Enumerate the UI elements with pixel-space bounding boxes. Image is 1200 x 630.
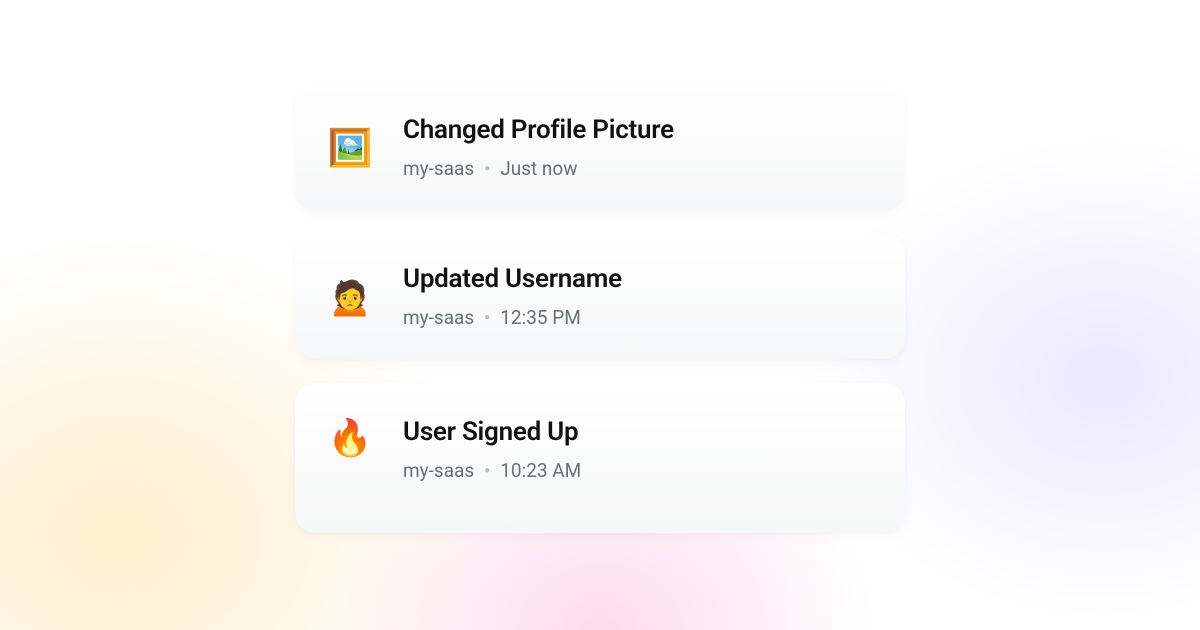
notification-time: 10:23 AM	[500, 459, 581, 482]
notification-project: my-saas	[403, 157, 474, 180]
notification-meta: my-saas ● 10:23 AM	[403, 459, 871, 482]
notification-time: Just now	[500, 157, 577, 180]
notification-card[interactable]: 🔥 User Signed Up my-saas ● 10:23 AM	[295, 383, 905, 533]
notification-content: Updated Username my-saas ● 12:35 PM	[403, 264, 871, 329]
notification-title: User Signed Up	[403, 417, 871, 447]
notification-card[interactable]: 🙍 Updated Username my-saas ● 12:35 PM	[295, 234, 905, 359]
notification-feed: 🖼️ Changed Profile Picture my-saas ● Jus…	[295, 85, 905, 533]
notification-card[interactable]: 🖼️ Changed Profile Picture my-saas ● Jus…	[295, 85, 905, 210]
notification-content: User Signed Up my-saas ● 10:23 AM	[403, 417, 871, 482]
separator-dot: ●	[484, 465, 490, 476]
notification-title: Changed Profile Picture	[403, 115, 871, 145]
separator-dot: ●	[484, 163, 490, 174]
fire-icon: 🔥	[329, 417, 371, 459]
picture-icon: 🖼️	[329, 127, 371, 169]
notification-title: Updated Username	[403, 264, 871, 294]
notification-content: Changed Profile Picture my-saas ● Just n…	[403, 115, 871, 180]
separator-dot: ●	[484, 312, 490, 323]
notification-project: my-saas	[403, 306, 474, 329]
notification-meta: my-saas ● Just now	[403, 157, 871, 180]
notification-time: 12:35 PM	[500, 306, 581, 329]
notification-project: my-saas	[403, 459, 474, 482]
person-icon: 🙍	[329, 276, 371, 318]
notification-meta: my-saas ● 12:35 PM	[403, 306, 871, 329]
